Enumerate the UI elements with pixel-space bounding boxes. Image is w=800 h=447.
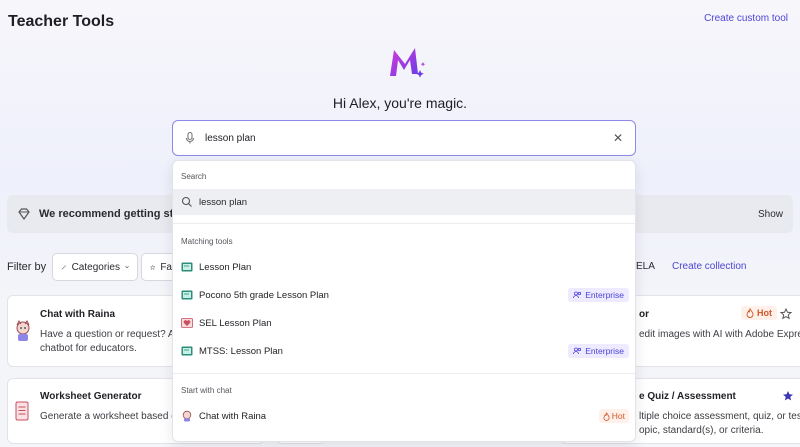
create-custom-tool-link[interactable]: Create custom tool — [704, 13, 788, 24]
hot-label: Hot — [611, 411, 625, 421]
magic-wand-icon — [61, 264, 66, 270]
star-outline-icon — [150, 264, 156, 270]
section-label-search: Search — [181, 172, 207, 181]
divider — [173, 373, 635, 374]
card-description: Have a question or request? Ask — [40, 329, 185, 340]
clear-search-icon[interactable]: ✕ — [611, 131, 625, 145]
card-description: opic, standard(s), or criteria. — [639, 425, 764, 436]
create-collection-link[interactable]: Create collection — [672, 261, 746, 272]
matching-tool-item[interactable]: SEL Lesson Plan — [173, 310, 635, 336]
filter-label: Filter by — [7, 261, 47, 273]
magic-logo-icon — [390, 48, 426, 78]
tool-label: SEL Lesson Plan — [199, 317, 272, 329]
tool-label: Pocono 5th grade Lesson Plan — [199, 289, 329, 301]
categories-label: Categories — [71, 261, 120, 273]
tool-label: Lesson Plan — [199, 261, 252, 273]
hot-badge: Hot — [741, 306, 777, 320]
matching-tool-item[interactable]: MTSS: Lesson Plan Enterprise — [173, 338, 635, 364]
section-label-matching: Matching tools — [181, 237, 233, 246]
raina-avatar-icon — [182, 410, 192, 422]
search-suggestion-label: lesson plan — [199, 196, 248, 208]
flame-icon — [746, 308, 754, 318]
matching-tool-item[interactable]: Lesson Plan — [173, 254, 635, 280]
card-title: Chat with Raina — [40, 309, 116, 320]
show-button[interactable]: Show — [758, 209, 783, 220]
tool-label: MTSS: Lesson Plan — [199, 345, 283, 357]
lesson-plan-icon — [181, 262, 193, 272]
worksheet-icon — [15, 401, 29, 421]
categories-filter[interactable]: Categories — [52, 253, 138, 281]
card-title: or — [639, 309, 649, 320]
card-description: chatbot for educators. — [40, 343, 137, 354]
chat-label: Chat with Raina — [199, 410, 267, 422]
banner-text: We recommend getting starte — [39, 208, 194, 220]
search-suggestions-dropdown: Search lesson plan Matching tools Lesson… — [172, 160, 636, 442]
sel-heart-icon — [181, 318, 193, 328]
search-suggestion-item[interactable]: lesson plan — [173, 189, 635, 215]
enterprise-badge: Enterprise — [568, 288, 629, 302]
search-bar[interactable]: ✕ — [172, 120, 636, 156]
chevron-down-icon — [125, 266, 129, 269]
flame-icon — [603, 411, 610, 421]
microphone-icon[interactable] — [183, 131, 197, 145]
hot-label: Hot — [757, 308, 772, 318]
search-icon — [181, 196, 192, 207]
favorites-label: Fa — [160, 261, 172, 273]
page-title: Teacher Tools — [8, 13, 115, 30]
hot-badge: Hot — [598, 409, 629, 423]
enterprise-label: Enterprise — [585, 346, 624, 356]
divider — [173, 223, 635, 224]
card-title: Worksheet Generator — [40, 391, 142, 402]
lesson-plan-icon — [181, 346, 193, 356]
card-description: Generate a worksheet based on a — [40, 411, 191, 422]
lesson-plan-icon — [181, 290, 193, 300]
users-icon — [573, 347, 582, 355]
ela-filter-label[interactable]: ELA — [636, 261, 655, 272]
card-description: edit images with AI with Adobe Express. — [639, 329, 800, 340]
star-filled-icon[interactable] — [782, 390, 794, 402]
chat-item[interactable]: Chat with Raina Hot — [173, 403, 635, 429]
matching-tool-item[interactable]: Pocono 5th grade Lesson Plan Enterprise — [173, 282, 635, 308]
greeting-text: Hi Alex, you're magic. — [332, 95, 468, 111]
diamond-icon — [18, 208, 30, 221]
star-outline-icon[interactable] — [780, 308, 792, 320]
enterprise-badge: Enterprise — [568, 344, 629, 358]
enterprise-label: Enterprise — [585, 290, 624, 300]
users-icon — [573, 291, 582, 299]
search-input[interactable] — [205, 132, 611, 144]
section-label-chat: Start with chat — [181, 386, 232, 395]
card-title: e Quiz / Assessment — [639, 391, 736, 402]
card-description: ltiple choice assessment, quiz, or test — [639, 411, 800, 422]
raina-avatar-icon — [16, 320, 30, 341]
